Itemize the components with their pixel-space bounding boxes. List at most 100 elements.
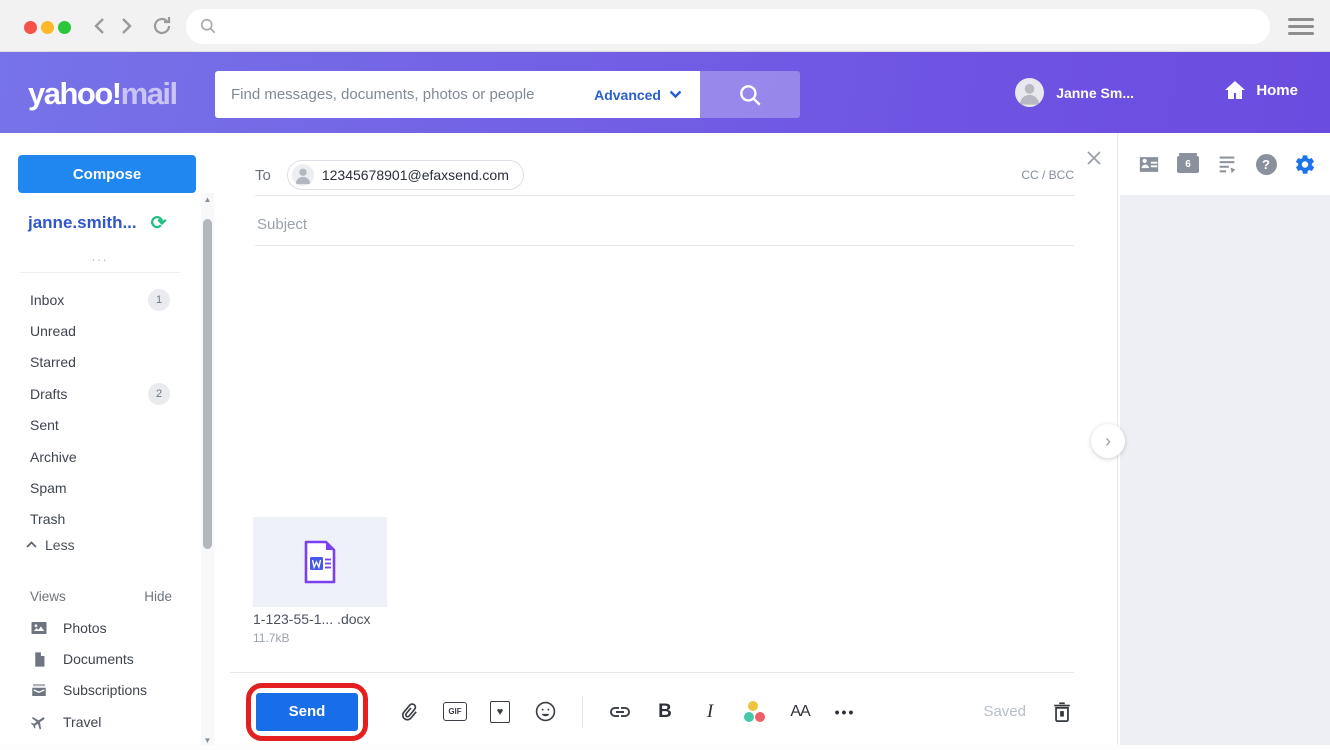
attachment-filesize: 11.7kB xyxy=(253,631,289,645)
to-field[interactable]: To 12345678901@efaxsend.com CC / BCC xyxy=(255,155,1074,196)
insert-link-icon[interactable] xyxy=(608,700,632,724)
sidebar-scrollbar[interactable]: ▲ ▼ xyxy=(201,193,214,748)
attachment-thumbnail[interactable] xyxy=(253,517,387,607)
send-annotation-highlight: Send xyxy=(246,683,368,741)
home-icon xyxy=(1223,78,1247,102)
airplane-icon xyxy=(30,713,48,731)
settings-gear-icon[interactable] xyxy=(1294,153,1316,175)
advanced-search-dropdown[interactable]: Advanced xyxy=(594,87,700,103)
attachment-filename: 1-123-55-1... .docx xyxy=(253,611,371,627)
sidebar-item-inbox[interactable]: Inbox 1 xyxy=(0,284,200,315)
right-panel-background xyxy=(1120,195,1330,745)
sidebar-item-archive[interactable]: Archive xyxy=(0,441,200,472)
account-name: janne.smith... xyxy=(28,213,137,233)
sidebar-item-travel[interactable]: Travel xyxy=(0,706,200,737)
browser-forward-icon[interactable] xyxy=(114,14,138,38)
hide-views-link[interactable]: Hide xyxy=(144,589,172,604)
calendar-icon[interactable]: 6 xyxy=(1177,153,1199,175)
less-toggle[interactable]: Less xyxy=(26,537,75,553)
recipient-address: 12345678901@efaxsend.com xyxy=(322,167,509,183)
scrollbar-thumb[interactable] xyxy=(203,219,212,549)
drafts-count-badge: 2 xyxy=(148,383,170,405)
compose-button[interactable]: Compose xyxy=(18,155,196,193)
more-folders-toggle[interactable]: ... xyxy=(20,249,180,273)
contacts-icon[interactable] xyxy=(1138,153,1160,175)
subscriptions-icon xyxy=(30,681,48,699)
more-options-icon[interactable]: ••• xyxy=(833,700,857,724)
italic-icon[interactable]: I xyxy=(698,700,722,724)
window-zoom-button[interactable] xyxy=(58,21,71,34)
right-panel-toolbar: 6 ? xyxy=(1120,133,1330,195)
document-icon xyxy=(30,650,48,668)
toolbar-icons: GIF ♥ B I xyxy=(398,697,857,727)
sidebar-item-spam[interactable]: Spam xyxy=(0,472,200,503)
advanced-label: Advanced xyxy=(594,87,661,103)
recipient-avatar xyxy=(292,164,314,186)
compose-toolbar: Send GIF ♥ xyxy=(230,672,1074,750)
views-list: Photos Documents Subscriptions xyxy=(0,612,200,738)
folder-sidebar: Compose janne.smith... ⟳ ... Inbox 1 Unr… xyxy=(0,133,200,750)
stationery-color-icon[interactable] xyxy=(743,700,767,724)
emoji-icon[interactable] xyxy=(533,700,557,724)
notepad-icon[interactable] xyxy=(1216,153,1238,175)
sidebar-item-drafts[interactable]: Drafts 2 xyxy=(0,378,200,409)
delete-draft-icon[interactable] xyxy=(1050,700,1074,724)
font-size-icon[interactable]: AA xyxy=(788,700,812,724)
scroll-up-icon[interactable]: ▲ xyxy=(201,193,214,207)
window-close-button[interactable] xyxy=(24,21,37,34)
views-title: Views xyxy=(30,589,66,604)
avatar xyxy=(1015,78,1044,107)
sidebar-item-subscriptions[interactable]: Subscriptions xyxy=(0,675,200,706)
sidebar-item-documents[interactable]: Documents xyxy=(0,643,200,674)
browser-menu-icon[interactable] xyxy=(1288,18,1314,35)
mail-search-bar: Advanced xyxy=(215,71,700,118)
subject-field xyxy=(255,203,1074,246)
mail-search-input[interactable] xyxy=(215,86,594,103)
address-search-icon xyxy=(198,16,218,36)
sidebar-item-trash[interactable]: Trash xyxy=(0,504,200,535)
bold-icon[interactable]: B xyxy=(653,700,677,724)
close-icon[interactable] xyxy=(1085,149,1103,167)
expand-panel-button[interactable]: › xyxy=(1091,424,1125,458)
user-name: Janne Sm... xyxy=(1056,85,1134,101)
account-row[interactable]: janne.smith... ⟳ xyxy=(28,213,167,233)
sidebar-item-unread[interactable]: Unread xyxy=(0,315,200,346)
greeting-card-icon[interactable]: ♥ xyxy=(488,700,512,724)
browser-refresh-icon[interactable] xyxy=(150,14,174,38)
sidebar-item-photos[interactable]: Photos xyxy=(0,612,200,643)
docx-file-icon xyxy=(302,540,338,584)
gif-icon[interactable]: GIF xyxy=(443,700,467,724)
search-button[interactable] xyxy=(700,71,800,118)
chevron-down-icon xyxy=(669,90,682,99)
subject-input[interactable] xyxy=(255,203,1074,245)
right-panel: 6 ? xyxy=(1119,133,1330,750)
browser-address-bar[interactable] xyxy=(186,9,1270,44)
inbox-count-badge: 1 xyxy=(148,289,170,311)
folder-list: Inbox 1 Unread Starred Drafts 2 Sent Arc xyxy=(0,284,200,535)
search-icon xyxy=(737,82,763,108)
account-menu[interactable]: Janne Sm... xyxy=(1015,78,1134,107)
to-label: To xyxy=(255,167,271,184)
sidebar-item-sent[interactable]: Sent xyxy=(0,410,200,441)
cc-bcc-toggle[interactable]: CC / BCC xyxy=(1021,168,1074,182)
browser-bar xyxy=(0,0,1330,52)
sidebar-item-starred[interactable]: Starred xyxy=(0,347,200,378)
window-minimize-button[interactable] xyxy=(41,21,54,34)
refresh-mail-icon[interactable]: ⟳ xyxy=(151,214,167,233)
logo-yahoo-text: yahoo! xyxy=(28,76,121,111)
yahoo-mail-logo[interactable]: yahoo!mail xyxy=(28,76,177,112)
home-label: Home xyxy=(1256,82,1298,99)
browser-back-icon[interactable] xyxy=(88,14,112,38)
logo-mail-text: mail xyxy=(121,76,177,111)
screen: yahoo!mail Advanced Janne Sm... Home Com… xyxy=(0,0,1330,750)
attach-file-icon[interactable] xyxy=(398,700,422,724)
help-icon[interactable]: ? xyxy=(1255,153,1277,175)
yahoo-header: yahoo!mail Advanced Janne Sm... Home xyxy=(0,52,1330,133)
toolbar-divider xyxy=(582,697,583,727)
recipient-chip[interactable]: 12345678901@efaxsend.com xyxy=(287,160,524,190)
compose-panel: To 12345678901@efaxsend.com CC / BCC xyxy=(216,133,1118,750)
app-body: Compose janne.smith... ⟳ ... Inbox 1 Unr… xyxy=(0,133,1330,750)
views-header: Views Hide xyxy=(30,589,172,604)
send-button[interactable]: Send xyxy=(256,693,358,731)
home-button[interactable]: Home xyxy=(1223,78,1298,102)
